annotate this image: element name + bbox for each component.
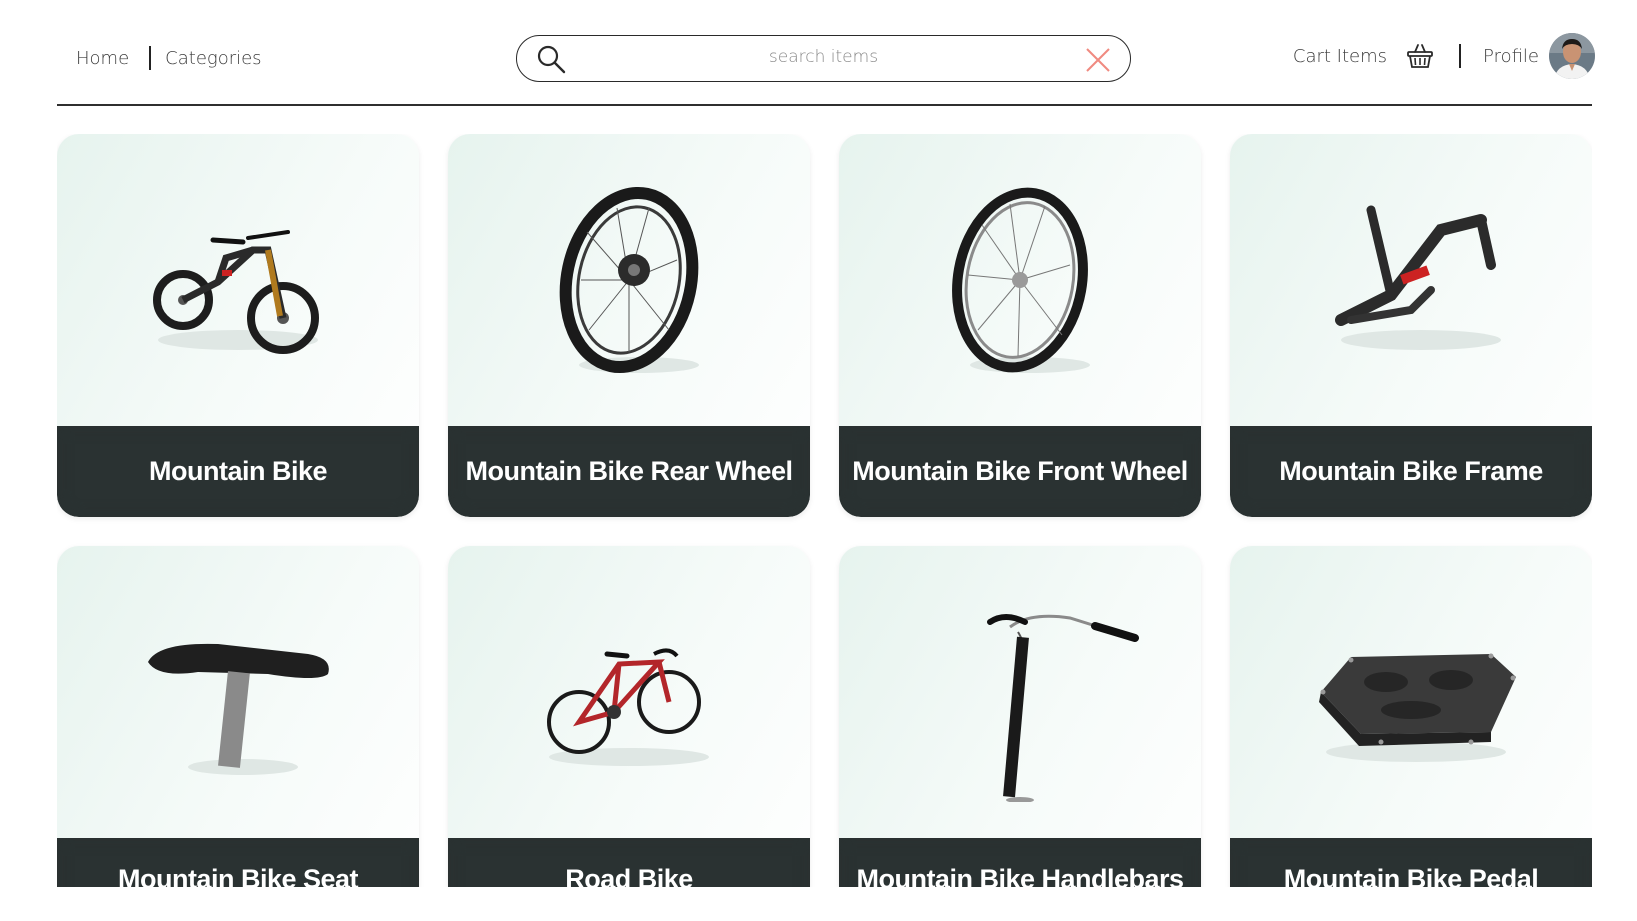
- product-label-bar: Mountain Bike Front Wheel: [839, 426, 1201, 517]
- bike-seat-image: [148, 643, 329, 775]
- product-name: Mountain Bike Pedal: [1283, 864, 1539, 887]
- product-image-area: [1230, 546, 1592, 838]
- product-name: Road Bike: [565, 864, 693, 887]
- nav-divider: [149, 46, 152, 70]
- primary-nav: Home Categories: [76, 46, 262, 70]
- product-label-bar: Mountain Bike Handlebars: [839, 838, 1201, 887]
- product-label-bar: Mountain Bike Frame: [1230, 426, 1592, 517]
- home-link[interactable]: Home: [76, 48, 129, 69]
- avatar[interactable]: [1549, 33, 1595, 79]
- product-image-area: [57, 546, 419, 838]
- product-name: Mountain Bike Handlebars: [856, 864, 1184, 887]
- account-nav: Cart Items Profile: [1293, 33, 1595, 79]
- product-card-bike-frame[interactable]: Mountain Bike Frame: [1230, 134, 1592, 517]
- profile-link[interactable]: Profile: [1483, 46, 1539, 67]
- product-label-bar: Mountain Bike Rear Wheel: [448, 426, 810, 517]
- header-divider: [57, 104, 1592, 106]
- product-name: Mountain Bike: [148, 456, 328, 486]
- cart-items-link[interactable]: Cart Items: [1293, 46, 1387, 67]
- close-icon[interactable]: [1084, 46, 1112, 74]
- product-grid: Mountain Bike Mountain Bike Rear Wheel M…: [57, 134, 1592, 887]
- product-card-mountain-bike[interactable]: Mountain Bike: [57, 134, 419, 517]
- product-card-pedal[interactable]: Mountain Bike Pedal: [1230, 546, 1592, 887]
- product-label-bar: Mountain Bike Seat: [57, 838, 419, 887]
- product-name: Mountain Bike Frame: [1279, 456, 1543, 486]
- product-image-area: [1230, 134, 1592, 426]
- product-card-rear-wheel[interactable]: Mountain Bike Rear Wheel: [448, 134, 810, 517]
- product-card-road-bike[interactable]: Road Bike: [448, 546, 810, 887]
- product-label-bar: Road Bike: [448, 838, 810, 887]
- handlebars-image: [987, 614, 1139, 802]
- basket-icon[interactable]: [1405, 41, 1435, 71]
- nav-divider: [1459, 44, 1462, 68]
- pedal-image: [1319, 653, 1516, 762]
- product-label-bar: Mountain Bike: [57, 426, 419, 517]
- product-image-area: [57, 134, 419, 426]
- product-card-front-wheel[interactable]: Mountain Bike Front Wheel: [839, 134, 1201, 517]
- product-name: Mountain Bike Rear Wheel: [465, 456, 793, 486]
- product-image-area: [839, 546, 1201, 838]
- search-icon[interactable]: [535, 43, 567, 75]
- search-bar: [516, 35, 1131, 82]
- road-bike-image: [547, 648, 709, 766]
- product-label-bar: Mountain Bike Pedal: [1230, 838, 1592, 887]
- product-name: Mountain Bike Seat: [117, 864, 359, 887]
- mountain-bike-image: [153, 230, 319, 354]
- bike-frame-image: [1335, 205, 1501, 350]
- product-image-area: [839, 134, 1201, 426]
- categories-link[interactable]: Categories: [165, 48, 261, 69]
- product-image-area: [448, 134, 810, 426]
- rear-wheel-image: [559, 186, 699, 374]
- product-name: Mountain Bike Front Wheel: [852, 456, 1188, 486]
- product-card-bike-seat[interactable]: Mountain Bike Seat: [57, 546, 419, 887]
- search-input[interactable]: [517, 36, 1130, 81]
- front-wheel-image: [952, 187, 1090, 373]
- product-card-handlebars[interactable]: Mountain Bike Handlebars: [839, 546, 1201, 887]
- product-image-area: [448, 546, 810, 838]
